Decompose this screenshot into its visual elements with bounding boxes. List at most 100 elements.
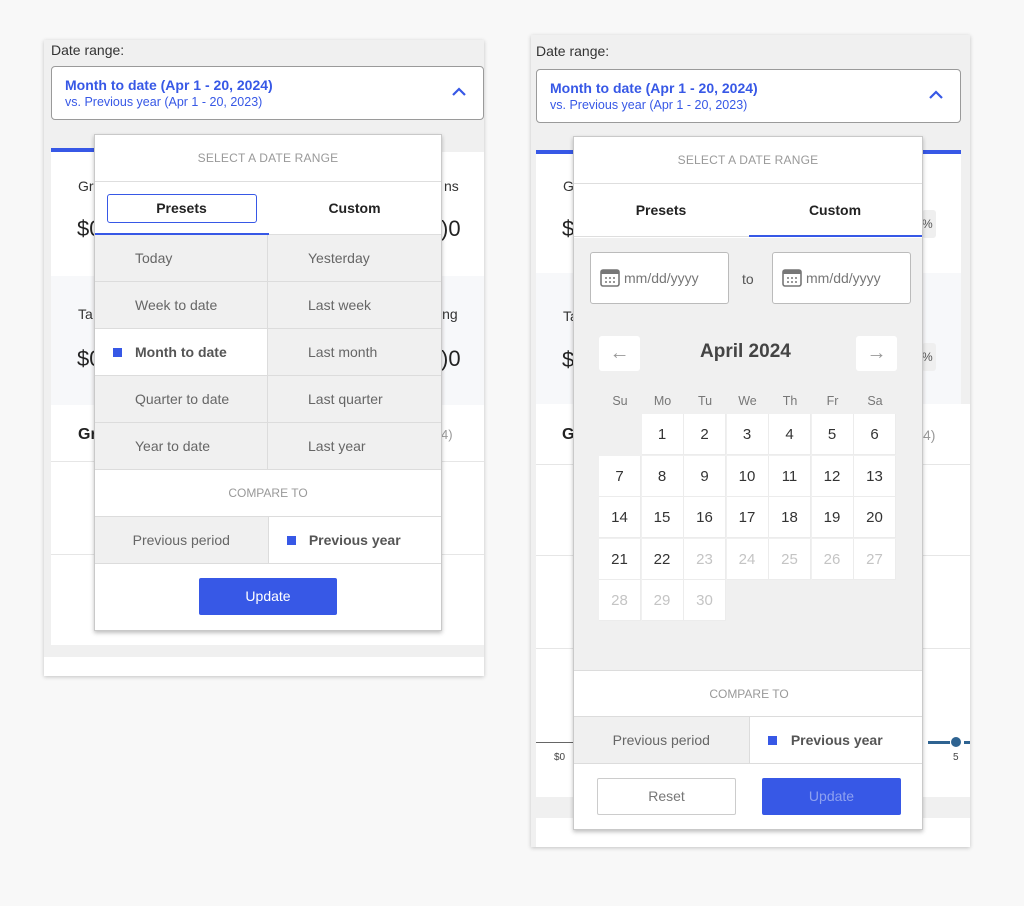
compare-previous-year[interactable]: Previous year bbox=[267, 517, 441, 563]
weekday-label: Th bbox=[782, 394, 798, 408]
calendar-day: 29 bbox=[641, 580, 684, 621]
date-range-popover: SELECT A DATE RANGE Presets Custom mm/dd… bbox=[573, 136, 923, 830]
chevron-up-icon bbox=[452, 87, 466, 96]
compare-options: Previous period Previous year bbox=[574, 717, 922, 764]
chevron-up-icon bbox=[929, 90, 943, 99]
compare-previous-period[interactable]: Previous period bbox=[95, 517, 268, 563]
calendar-day[interactable]: 15 bbox=[641, 497, 684, 538]
date-range-dropdown[interactable]: Month to date (Apr 1 - 20, 2024) vs. Pre… bbox=[51, 66, 484, 120]
calendar-day[interactable]: 20 bbox=[854, 497, 896, 538]
calendar-icon bbox=[600, 269, 620, 287]
option-label: Previous period bbox=[612, 732, 710, 748]
reset-button[interactable]: Reset bbox=[597, 778, 736, 815]
start-date-input[interactable]: mm/dd/yyyy bbox=[590, 252, 729, 304]
series-line bbox=[964, 741, 970, 744]
selected-indicator-icon bbox=[113, 348, 122, 357]
change-badge: % bbox=[922, 343, 936, 371]
arrow-left-icon[interactable]: ← bbox=[599, 336, 640, 371]
calendar-day[interactable]: 21 bbox=[599, 538, 641, 580]
preset-option[interactable]: Yesterday bbox=[268, 235, 441, 282]
date-range-compare: vs. Previous year (Apr 1 - 20, 2023) bbox=[550, 98, 748, 112]
calendar-day[interactable]: 12 bbox=[811, 455, 854, 497]
preset-option[interactable]: Last month bbox=[268, 329, 441, 376]
compare-previous-period[interactable]: Previous period bbox=[574, 717, 749, 763]
metric-value-right: )0 bbox=[441, 216, 461, 241]
calendar-day[interactable]: 16 bbox=[684, 497, 726, 538]
tab-custom[interactable]: Custom bbox=[748, 184, 922, 236]
preset-label: Last quarter bbox=[308, 391, 383, 407]
calendar-day[interactable]: 2 bbox=[684, 414, 726, 455]
calendar-day[interactable]: 9 bbox=[684, 455, 726, 497]
preset-option[interactable]: Last year bbox=[268, 423, 441, 470]
tab-bar: Presets Custom bbox=[95, 182, 441, 235]
series-line bbox=[928, 741, 950, 744]
preset-option[interactable]: Quarter to date bbox=[95, 376, 268, 423]
calendar-day: 24 bbox=[726, 538, 769, 580]
compare-to-title: COMPARE TO bbox=[574, 670, 922, 717]
end-date-input[interactable]: mm/dd/yyyy bbox=[772, 252, 911, 304]
series-point[interactable] bbox=[951, 737, 961, 747]
preset-label: Quarter to date bbox=[135, 391, 230, 407]
calendar-day: 27 bbox=[854, 538, 896, 580]
preset-option[interactable]: Year to date bbox=[95, 423, 268, 470]
calendar-day[interactable]: 10 bbox=[726, 455, 769, 497]
metric-label-right: ns bbox=[444, 178, 459, 194]
calendar-day[interactable]: 5 bbox=[811, 414, 854, 455]
preset-option[interactable]: Week to date bbox=[95, 282, 268, 329]
preset-option[interactable]: Today bbox=[95, 235, 268, 282]
tab-presets-label: Presets bbox=[635, 202, 687, 218]
metric-value-right: )0 bbox=[441, 346, 461, 371]
calendar-day: 23 bbox=[684, 538, 726, 580]
tab-custom-label: Custom bbox=[808, 202, 862, 218]
popover-title: SELECT A DATE RANGE bbox=[95, 135, 441, 182]
y-axis-tick: $0 bbox=[554, 752, 566, 763]
calendar-day[interactable]: 18 bbox=[769, 497, 811, 538]
compare-section: COMPARE TO Previous period Previous year bbox=[574, 670, 922, 764]
weekday-label: Su bbox=[612, 394, 628, 408]
active-tab-indicator bbox=[749, 235, 922, 237]
calendar-day: 28 bbox=[599, 580, 641, 621]
compare-options: Previous period Previous year bbox=[95, 517, 441, 564]
tab-presets[interactable]: Presets bbox=[574, 184, 748, 236]
section-subtitle: 4) bbox=[923, 427, 936, 443]
calendar-day[interactable]: 1 bbox=[641, 414, 684, 455]
calendar-day[interactable]: 7 bbox=[599, 455, 641, 497]
calendar-day[interactable]: 19 bbox=[811, 497, 854, 538]
tab-presets[interactable]: Presets bbox=[95, 182, 268, 234]
calendar-day[interactable]: 22 bbox=[641, 538, 684, 580]
tab-custom-label: Custom bbox=[328, 200, 381, 216]
tab-custom[interactable]: Custom bbox=[268, 182, 441, 234]
calendar-day[interactable]: 4 bbox=[769, 414, 811, 455]
preset-label: Year to date bbox=[135, 438, 210, 454]
selected-indicator-icon bbox=[286, 536, 296, 545]
date-range-selected: Month to date (Apr 1 - 20, 2024) bbox=[550, 80, 758, 96]
calendar-day[interactable]: 3 bbox=[726, 414, 769, 455]
calendar-day[interactable]: 14 bbox=[599, 497, 641, 538]
arrow-right-icon[interactable]: → bbox=[856, 336, 897, 371]
preset-option[interactable]: Last quarter bbox=[268, 376, 441, 423]
preset-option[interactable]: Month to date bbox=[95, 329, 268, 376]
calendar-day[interactable]: 8 bbox=[641, 455, 684, 497]
compare-to-title: COMPARE TO bbox=[95, 470, 441, 517]
update-button[interactable]: Update bbox=[762, 778, 901, 815]
chart-baseline bbox=[536, 742, 576, 743]
option-label: Previous year bbox=[308, 532, 401, 548]
option-label: Previous year bbox=[790, 732, 883, 748]
metric-label: Ta bbox=[78, 306, 93, 322]
date-range-dropdown[interactable]: Month to date (Apr 1 - 20, 2024) vs. Pre… bbox=[536, 69, 961, 123]
preset-label: Today bbox=[135, 250, 173, 266]
calendar-day[interactable]: 11 bbox=[769, 455, 811, 497]
preset-label: Month to date bbox=[135, 344, 227, 360]
preset-label: Last month bbox=[308, 344, 378, 360]
compare-previous-year[interactable]: Previous year bbox=[748, 717, 922, 763]
preset-option[interactable]: Last week bbox=[268, 282, 441, 329]
weekday-label: Fr bbox=[826, 394, 839, 408]
calendar-day: 30 bbox=[684, 580, 726, 621]
update-button[interactable]: Update bbox=[199, 578, 337, 615]
calendar-month-title: April 2024 bbox=[700, 341, 791, 362]
calendar-day[interactable]: 17 bbox=[726, 497, 769, 538]
preset-label: Yesterday bbox=[308, 250, 370, 266]
calendar-day[interactable]: 6 bbox=[854, 414, 896, 455]
x-axis-tick: 5 bbox=[953, 752, 959, 763]
calendar-day[interactable]: 13 bbox=[854, 455, 896, 497]
